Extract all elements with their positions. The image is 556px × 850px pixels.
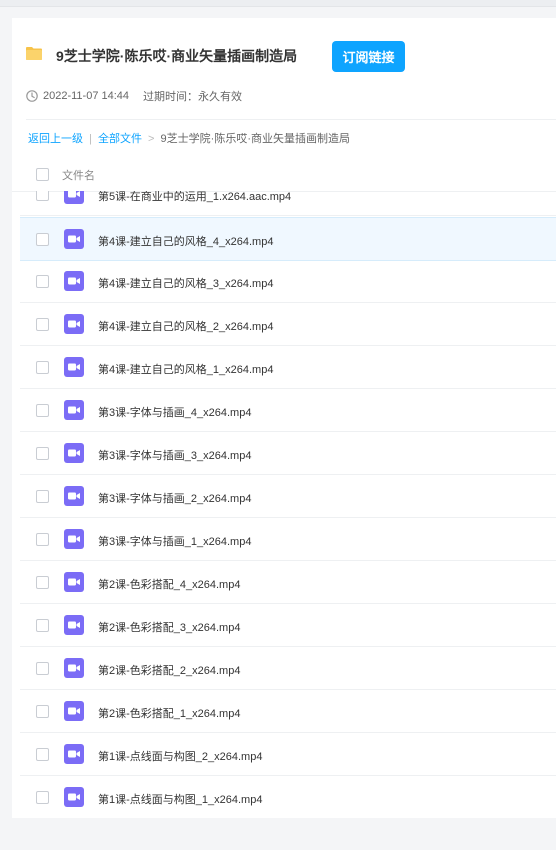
video-icon [64,787,84,807]
file-name[interactable]: 第4课-建立自己的风格_3_x264.mp4 [98,275,273,291]
file-row[interactable]: 第2课-色彩搭配_1_x264.mp4 [20,690,556,733]
file-name[interactable]: 第2课-色彩搭配_1_x264.mp4 [98,705,240,721]
video-icon [64,271,84,291]
file-name[interactable]: 第5课-在商业中的运用_1.x264.aac.mp4 [98,191,291,204]
select-all-checkbox[interactable] [36,168,49,181]
file-list: 第5课-在商业中的运用_1.x264.aac.mp4 第4课-建立自己的风格_4_… [12,191,556,818]
clock-icon [26,90,38,102]
file-row[interactable]: 第4课-建立自己的风格_4_x264.mp4 [20,217,556,261]
video-icon [64,529,84,549]
file-row[interactable]: 第2课-色彩搭配_4_x264.mp4 [20,561,556,604]
file-row[interactable]: 第4课-建立自己的风格_1_x264.mp4 [20,346,556,389]
file-name[interactable]: 第3课-字体与插画_3_x264.mp4 [98,447,251,463]
file-checkbox[interactable] [36,748,49,761]
file-name[interactable]: 第3课-字体与插画_1_x264.mp4 [98,533,251,549]
file-name[interactable]: 第2课-色彩搭配_2_x264.mp4 [98,662,240,678]
share-panel: 9芝士学院·陈乐哎·商业矢量插画制造局 订阅链接 2022-11-07 14:4… [12,18,556,818]
file-name[interactable]: 第1课-点线面与构图_1_x264.mp4 [98,791,262,807]
expire-time: 过期时间：永久有效 [143,91,243,103]
video-icon [64,443,84,463]
file-row[interactable]: 第1课-点线面与构图_2_x264.mp4 [20,733,556,776]
file-checkbox[interactable] [36,619,49,632]
file-checkbox[interactable] [36,705,49,718]
back-link[interactable]: 返回上一级 [28,133,83,145]
video-icon [64,400,84,420]
video-icon [64,615,84,635]
file-name[interactable]: 第3课-字体与插画_4_x264.mp4 [98,404,251,420]
file-checkbox[interactable] [36,533,49,546]
file-name[interactable]: 第2课-色彩搭配_4_x264.mp4 [98,576,240,592]
video-icon [64,701,84,721]
video-icon [64,357,84,377]
share-date: 2022-11-07 14:44 [43,90,130,102]
file-checkbox[interactable] [36,490,49,503]
file-checkbox[interactable] [36,318,49,331]
file-row[interactable]: 第3课-字体与插画_1_x264.mp4 [20,518,556,561]
file-checkbox[interactable] [36,447,49,460]
column-header: 文件名 [12,163,556,192]
file-checkbox[interactable] [36,404,49,417]
breadcrumb-separator: | [89,133,92,145]
header-divider [26,119,556,120]
file-row[interactable]: 第4课-建立自己的风格_2_x264.mp4 [20,303,556,346]
video-icon [64,229,84,249]
all-files-link[interactable]: 全部文件 [98,133,142,145]
file-checkbox[interactable] [36,191,49,201]
subscribe-button[interactable]: 订阅链接 [332,41,405,72]
file-name[interactable]: 第1课-点线面与构图_2_x264.mp4 [98,748,262,764]
video-icon [64,572,84,592]
breadcrumb: 返回上一级 | 全部文件 > 9芝士学院·陈乐哎·商业矢量插画制造局 [28,130,350,146]
file-checkbox[interactable] [36,662,49,675]
file-checkbox[interactable] [36,275,49,288]
video-icon [64,314,84,334]
file-checkbox[interactable] [36,233,49,246]
video-icon [64,191,84,204]
top-strip [0,0,556,7]
file-checkbox[interactable] [36,576,49,589]
file-name[interactable]: 第4课-建立自己的风格_4_x264.mp4 [98,233,273,249]
file-row[interactable]: 第5课-在商业中的运用_1.x264.aac.mp4 [20,191,556,216]
file-checkbox[interactable] [36,791,49,804]
breadcrumb-chevron: > [148,133,155,145]
file-row[interactable]: 第1课-点线面与构图_1_x264.mp4 [20,776,556,818]
folder-icon [26,47,42,60]
file-row[interactable]: 第3课-字体与插画_4_x264.mp4 [20,389,556,432]
video-icon [64,658,84,678]
file-row[interactable]: 第2课-色彩搭配_3_x264.mp4 [20,604,556,647]
video-icon [64,744,84,764]
file-name[interactable]: 第4课-建立自己的风格_1_x264.mp4 [98,361,273,377]
share-title: 9芝士学院·陈乐哎·商业矢量插画制造局 [56,48,298,64]
file-name[interactable]: 第4课-建立自己的风格_2_x264.mp4 [98,318,273,334]
file-checkbox[interactable] [36,361,49,374]
file-row[interactable]: 第4课-建立自己的风格_3_x264.mp4 [20,260,556,303]
column-filename: 文件名 [62,170,95,182]
file-name[interactable]: 第3课-字体与插画_2_x264.mp4 [98,490,251,506]
file-row[interactable]: 第2课-色彩搭配_2_x264.mp4 [20,647,556,690]
video-icon [64,486,84,506]
file-name[interactable]: 第2课-色彩搭配_3_x264.mp4 [98,619,240,635]
share-meta: 2022-11-07 14:44 过期时间：永久有效 [26,88,242,104]
share-header: 9芝士学院·陈乐哎·商业矢量插画制造局 订阅链接 2022-11-07 14:4… [12,18,556,118]
breadcrumb-current: 9芝士学院·陈乐哎·商业矢量插画制造局 [160,133,350,145]
file-row[interactable]: 第3课-字体与插画_3_x264.mp4 [20,432,556,475]
file-row[interactable]: 第3课-字体与插画_2_x264.mp4 [20,475,556,518]
